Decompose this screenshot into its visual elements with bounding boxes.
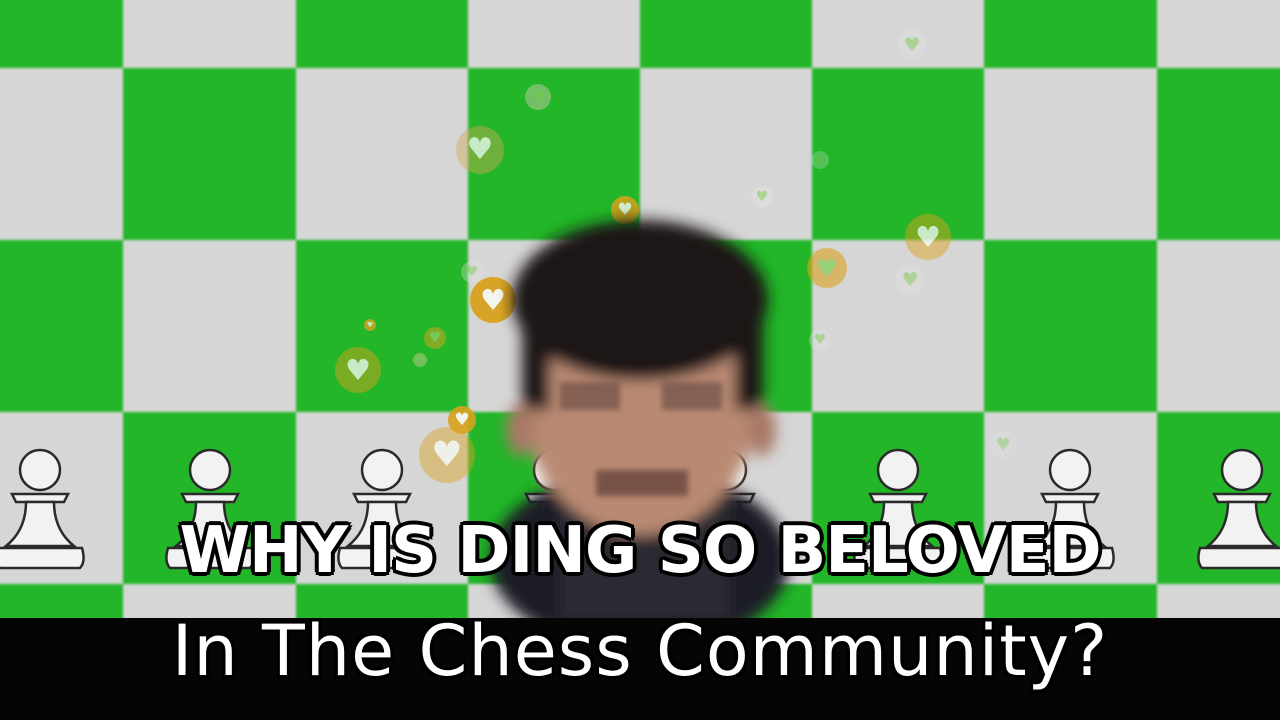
video-frame: ♥ ♥ ♥ ♥ ♥ ♥ ♥ ♥ ♥ ♥ ♥ ♥ ♥ ♥ ♥ ♥ ♥ ♥ ♥ WHY IS DING SO BELOV… <box>0 0 1280 720</box>
title-caption-line-2: In The Chess Community? <box>171 610 1109 692</box>
title-caption-line-1: WHY IS DING SO BELOVED <box>179 514 1101 588</box>
